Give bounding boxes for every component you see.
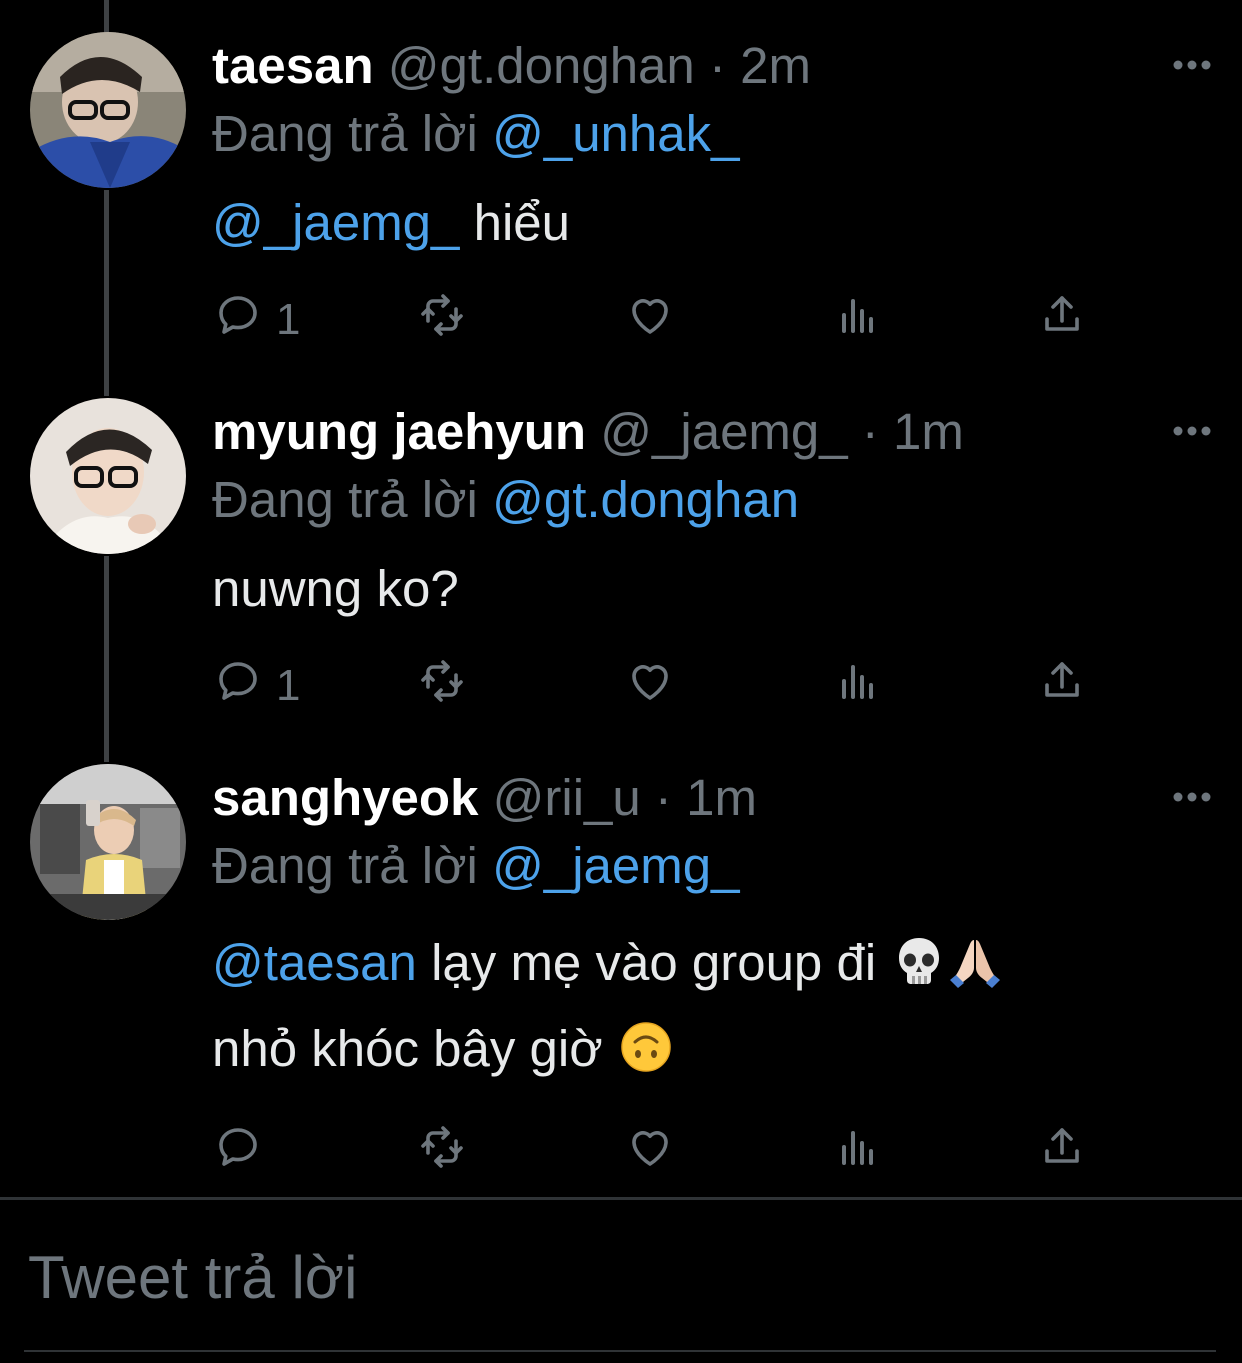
body-line-2: nhỏ khóc bây giờ <box>212 1006 1002 1092</box>
reply-count: 1 <box>276 661 301 710</box>
like-button[interactable] <box>626 656 674 716</box>
reply-icon <box>214 657 262 716</box>
body-mention[interactable]: @_jaemg_ <box>212 194 459 251</box>
timestamp[interactable]: 2m <box>740 37 811 94</box>
views-button[interactable] <box>834 656 882 716</box>
reply-count: 1 <box>276 295 301 344</box>
timestamp[interactable]: 1m <box>893 403 964 460</box>
share-button[interactable] <box>1038 290 1086 350</box>
body-text-line-1: lạy mẹ vào group đi <box>416 934 891 991</box>
body-text-line-2: nhỏ khóc bây giờ <box>212 1020 617 1077</box>
tweet-text: nuwng ko? <box>212 546 459 632</box>
retweet-icon <box>418 1123 466 1182</box>
reply-button[interactable]: 1 <box>214 290 300 350</box>
replying-prefix: Đang trả lời <box>212 105 493 162</box>
share-button[interactable] <box>1038 656 1086 716</box>
heart-icon <box>626 1123 674 1182</box>
body-text: nuwng ko? <box>212 560 459 617</box>
avatar-sanghyeok[interactable] <box>30 764 186 920</box>
reply-icon <box>214 1123 262 1182</box>
views-button[interactable] <box>834 290 882 350</box>
retweet-button[interactable] <box>418 656 466 716</box>
reply-compose-input[interactable]: Tweet trả lời <box>28 1240 357 1316</box>
share-button[interactable] <box>1038 1122 1086 1182</box>
reply-thread-page: taesan @gt.donghan · 2m Đang trả lời @_u… <box>0 0 1242 1363</box>
views-icon <box>834 657 882 716</box>
heart-icon <box>626 291 674 350</box>
avatar-myung-jaehyun[interactable] <box>30 398 186 554</box>
display-name[interactable]: sanghyeok <box>212 769 478 826</box>
retweet-button[interactable] <box>418 1122 466 1182</box>
avatar-taesan[interactable] <box>30 32 186 188</box>
replying-mention[interactable]: @gt.donghan <box>492 471 799 528</box>
reply-button[interactable]: 1 <box>214 656 300 716</box>
dot-separator: · <box>640 769 687 826</box>
body-mention[interactable]: @taesan <box>212 934 417 991</box>
tweet-myung-jaehyun[interactable]: myung jaehyun @_jaemg_ · 1m Đang trả lời… <box>0 366 1242 732</box>
share-icon <box>1038 657 1086 716</box>
action-bar <box>0 1122 1242 1182</box>
replying-to: Đang trả lời @_jaemg_ <box>212 834 739 898</box>
compose-underline <box>24 1350 1216 1352</box>
tweet-header: myung jaehyun @_jaemg_ · 1m <box>212 400 964 464</box>
reply-button[interactable] <box>214 1122 276 1182</box>
dot-separator: · <box>694 37 741 94</box>
tweet-text: @taesan lạy mẹ vào group đi nhỏ khóc bây… <box>212 920 1002 1092</box>
replying-to: Đang trả lời @gt.donghan <box>212 468 799 532</box>
folded-hands-emoji <box>948 928 1002 988</box>
display-name[interactable]: taesan <box>212 37 374 94</box>
action-bar: 1 <box>0 656 1242 716</box>
tweet-taesan[interactable]: taesan @gt.donghan · 2m Đang trả lời @_u… <box>0 0 1242 366</box>
skull-emoji <box>892 928 946 984</box>
action-bar: 1 <box>0 290 1242 350</box>
like-button[interactable] <box>626 1122 674 1182</box>
upside-down-face-emoji <box>619 1014 673 1072</box>
heart-icon <box>626 657 674 716</box>
retweet-button[interactable] <box>418 290 466 350</box>
more-icon[interactable] <box>1172 424 1212 448</box>
tweet-header: taesan @gt.donghan · 2m <box>212 34 811 98</box>
replying-prefix: Đang trả lời <box>212 471 493 528</box>
replying-mention[interactable]: @_unhak_ <box>492 105 739 162</box>
handle[interactable]: @_jaemg_ <box>600 403 847 460</box>
handle[interactable]: @gt.donghan <box>388 37 695 94</box>
replying-to: Đang trả lời @_unhak_ <box>212 102 740 166</box>
tweet-text: @_jaemg_ hiểu <box>212 180 570 266</box>
display-name[interactable]: myung jaehyun <box>212 403 586 460</box>
retweet-icon <box>418 291 466 350</box>
timestamp[interactable]: 1m <box>686 769 757 826</box>
tweet-header: sanghyeok @rii_u · 1m <box>212 766 757 830</box>
handle[interactable]: @rii_u <box>493 769 641 826</box>
replying-mention[interactable]: @_jaemg_ <box>492 837 739 894</box>
reply-icon <box>214 291 262 350</box>
retweet-icon <box>418 657 466 716</box>
more-icon[interactable] <box>1172 790 1212 814</box>
body-line-1: @taesan lạy mẹ vào group đi <box>212 920 1002 1006</box>
more-icon[interactable] <box>1172 58 1212 82</box>
share-icon <box>1038 1123 1086 1182</box>
tweet-sanghyeok[interactable]: sanghyeok @rii_u · 1m Đang trả lời @_jae… <box>0 732 1242 1197</box>
share-icon <box>1038 291 1086 350</box>
replying-prefix: Đang trả lời <box>212 837 493 894</box>
compose-divider <box>0 1197 1242 1200</box>
views-icon <box>834 291 882 350</box>
like-button[interactable] <box>626 290 674 350</box>
views-button[interactable] <box>834 1122 882 1182</box>
dot-separator: · <box>847 403 893 460</box>
body-text: hiểu <box>459 194 570 251</box>
views-icon <box>834 1123 882 1182</box>
